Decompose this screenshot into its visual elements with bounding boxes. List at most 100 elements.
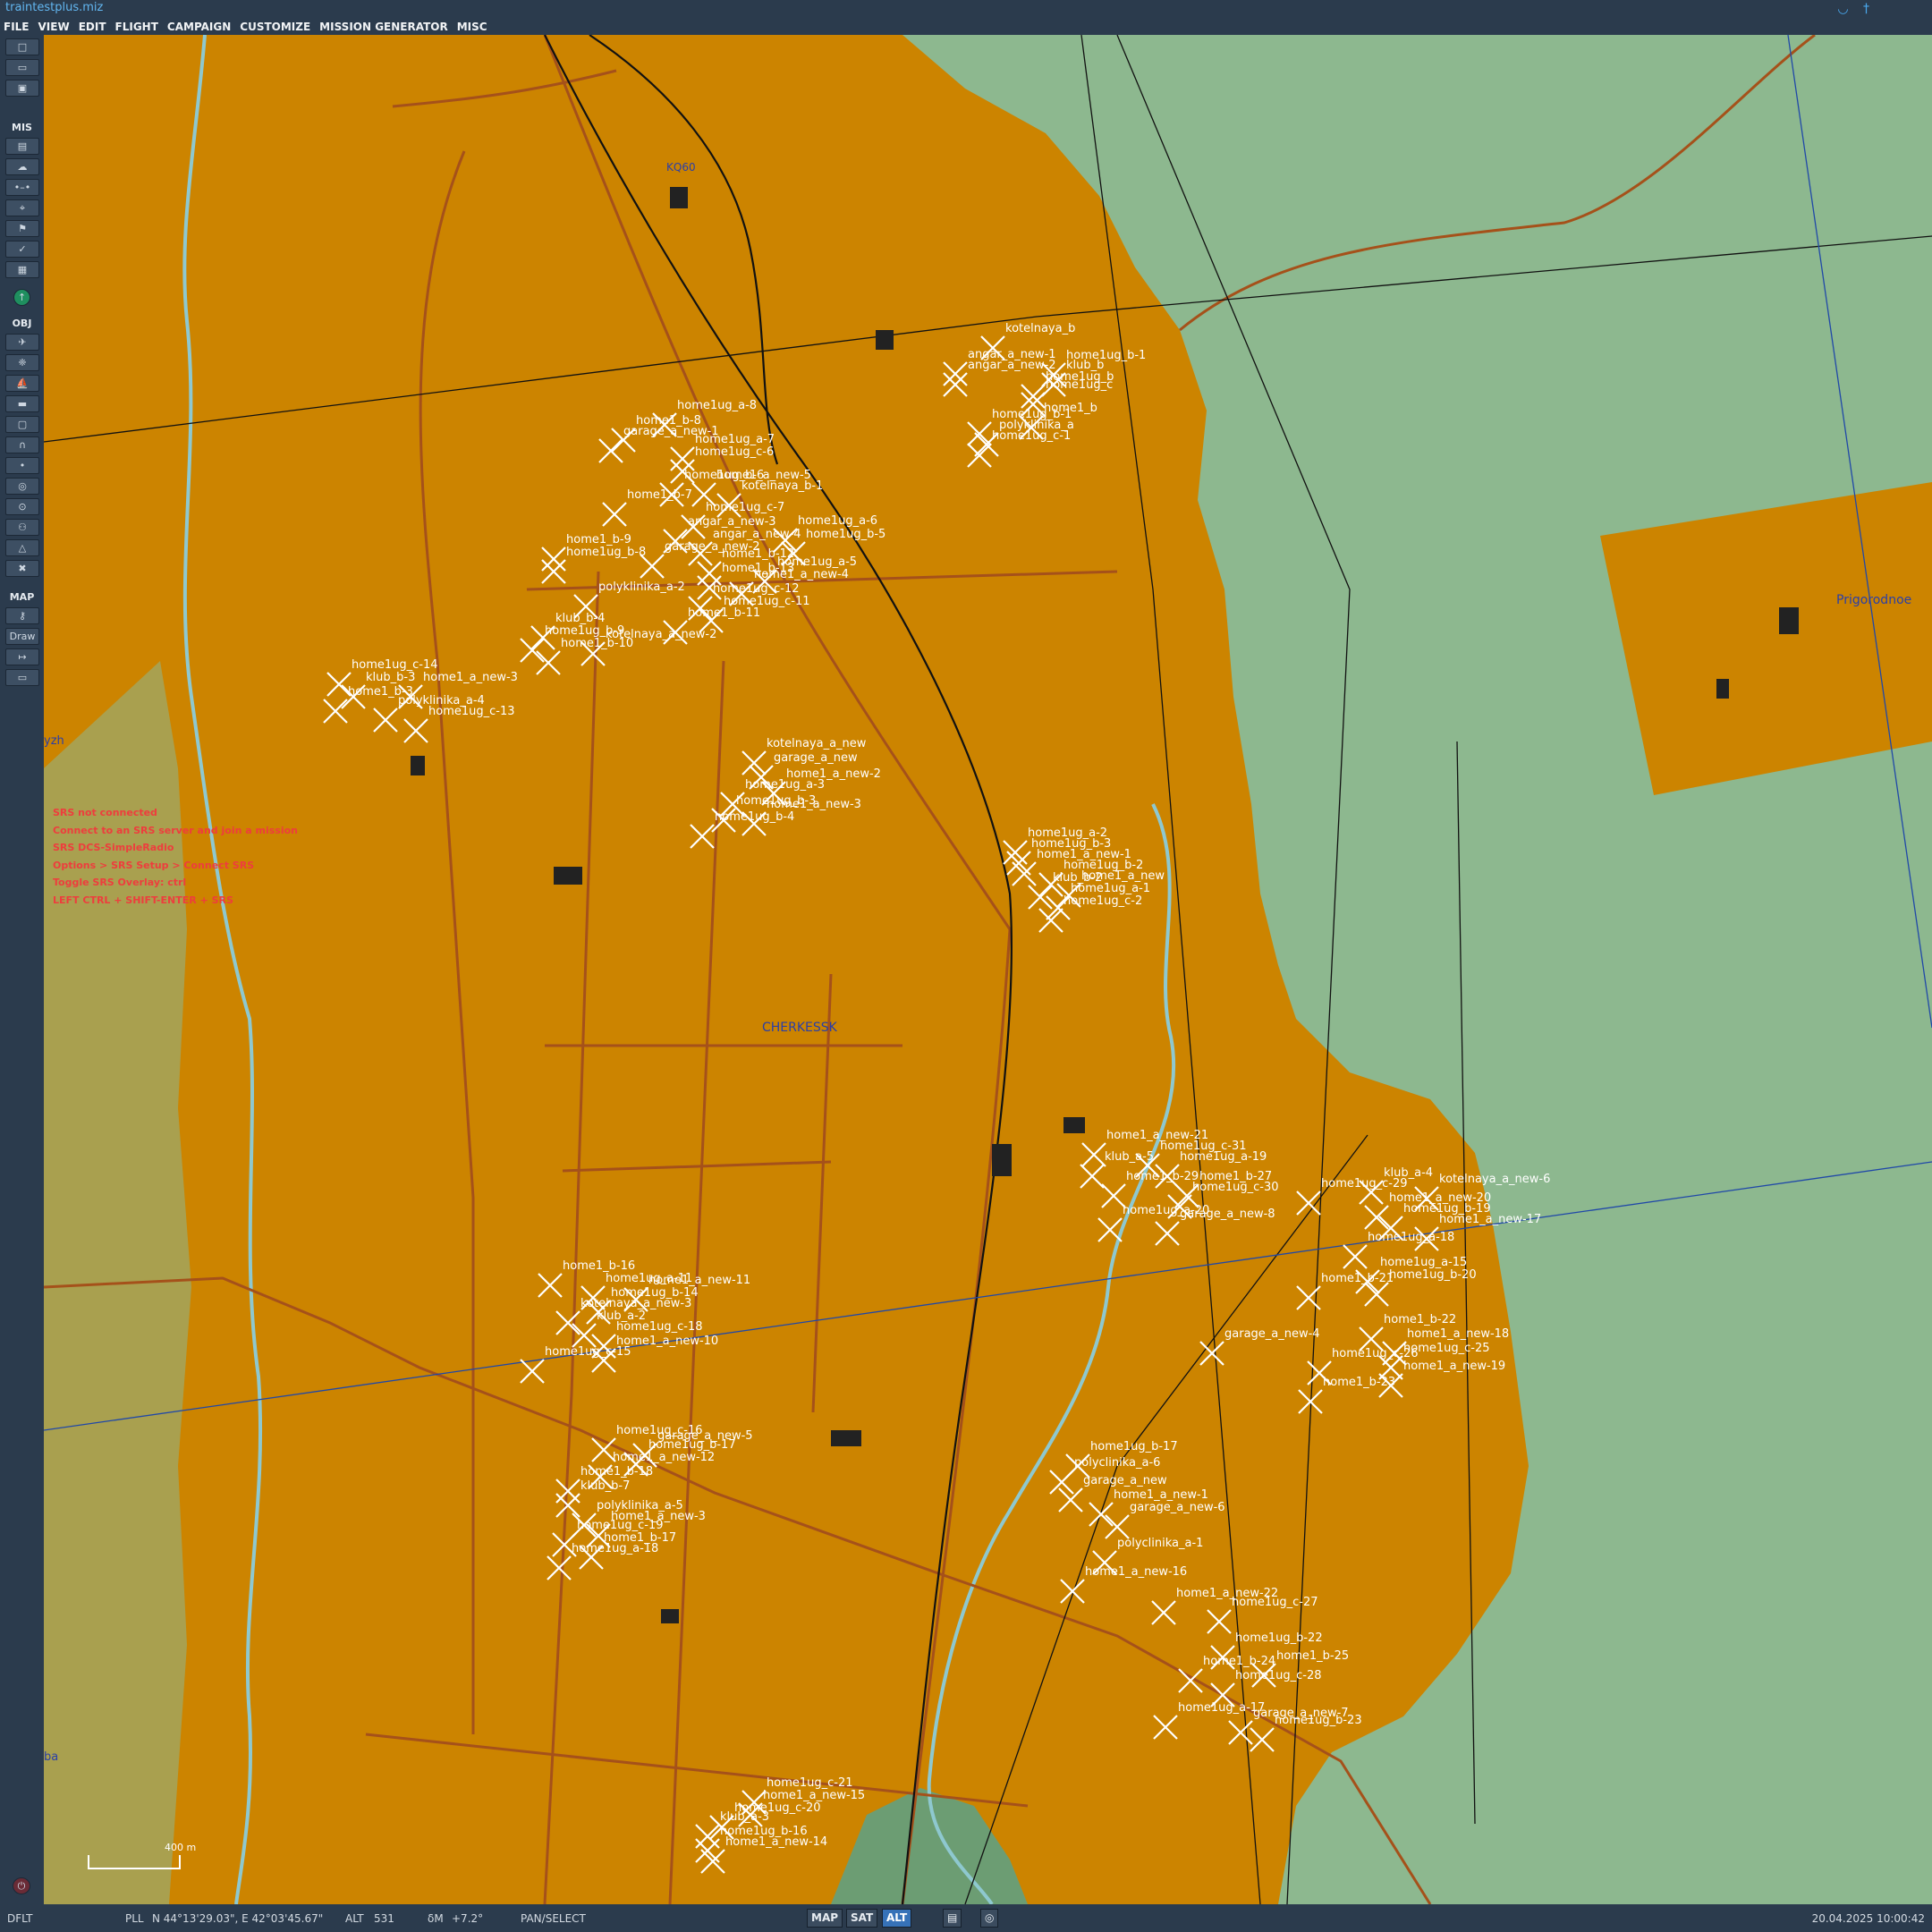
menu-campaign[interactable]: CAMPAIGN [164,18,236,33]
flag-icon[interactable]: ⚑ [5,220,39,237]
profile-selector[interactable]: DFLT [7,1912,33,1925]
unit-label: home1ug_c [1046,378,1113,392]
map-view[interactable]: kotelnaya_b angar_a_new-1 angar_a_new-2 hom… [44,35,1932,1904]
menu-edit[interactable]: EDIT [75,18,112,33]
unit-label: polyklinika_a-2 [598,580,685,594]
shapes-icon[interactable]: △ [5,539,39,556]
unit-label: klub_b-7 [580,1479,630,1493]
unit-label: home1ug_c-21 [767,1776,853,1790]
unit-label: home1ug_c-13 [428,705,515,718]
exit-icon[interactable]: ⏻ [13,1877,30,1894]
frame-icon[interactable]: ▭ [5,669,39,686]
tank-icon[interactable]: ▬ [5,395,39,412]
srs-message: SRS DCS-SimpleRadio [53,842,174,853]
save-icon[interactable]: ▣ [5,80,39,97]
delete-icon[interactable]: ✖ [5,560,39,577]
grid-icon[interactable]: ▦ [5,261,39,278]
draw-button[interactable]: Draw [5,628,39,645]
town-label: ba [44,1750,59,1764]
unit-label: home1ug_c-2 [1063,894,1142,908]
unit-label: kotelnaya_a_new-6 [1439,1173,1550,1186]
unit-label: klub_b-4 [555,612,605,625]
urban-area-prigorodnoe [1600,482,1932,795]
menu-view[interactable]: VIEW [35,18,75,33]
obj-section-label: OBJ [12,318,32,329]
ruler-icon[interactable]: ↦ [5,648,39,665]
unit-label: home1_b-9 [566,533,631,547]
srs-message: LEFT CTRL + SHIFT-ENTER + SRS [53,894,233,906]
unit-label: home1ug_c-1 [992,429,1071,443]
unit-label: home1ug_c-6 [695,445,774,459]
unit-label: home1_a_new-15 [763,1789,865,1802]
unit-label: home1ug_a-17 [1178,1701,1265,1715]
unit-label: home1ug_c-12 [713,582,800,596]
unit-label: home1_b-10 [561,637,633,650]
camera-icon[interactable]: ◎ [980,1909,999,1928]
unit-label: home1_a_new-1 [1114,1488,1208,1502]
unit-label: angar_a_new-3 [688,515,776,529]
unit-label: garage_a_new [1083,1474,1167,1487]
group-icon[interactable]: ⚇ [5,519,39,536]
unit-label: home1ug_c-29 [1321,1177,1408,1191]
weather-cloud-icon[interactable]: ☁ [5,158,39,175]
mis-section-label: MIS [12,122,32,133]
globe-icon[interactable]: ↑ [13,289,30,306]
datetime: 20.04.2025 10:00:42 [1811,1912,1925,1925]
unit-label: kotelnaya_a_new [767,737,867,750]
unit-label: home1_b-29 [1126,1170,1199,1183]
zone-icon[interactable]: ◎ [5,478,39,495]
check-icon[interactable]: ✓ [5,241,39,258]
map-mode-alt-button[interactable]: ALT [882,1909,912,1928]
waypoint-icon[interactable]: • [5,457,39,474]
unit-label: kotelnaya_a_new-3 [580,1297,691,1310]
open-folder-icon[interactable]: ▭ [5,59,39,76]
trigger-zone-icon[interactable]: ⊙ [5,498,39,515]
clipboard-icon[interactable]: ▤ [5,138,39,155]
key-icon[interactable]: ⚷ [5,607,39,624]
alt-value: 531 [374,1912,394,1925]
srs-message: Connect to an SRS server and join a miss… [53,824,299,836]
menu-misc[interactable]: MISC [453,18,493,33]
menu-file[interactable]: FILE [0,18,35,33]
bridge-icon[interactable]: ∩ [5,436,39,453]
unit-label: home1ug_b-8 [566,546,646,559]
menu-bar: FILE VIEW EDIT FLIGHT CAMPAIGN CUSTOMIZE MISSI… [0,17,1932,35]
menu-flight[interactable]: FLIGHT [112,18,164,33]
title-status-icons: ◡ † [1826,2,1869,16]
menu-mission-generator[interactable]: MISSION GENERATOR [316,18,453,33]
unit-label: garage_a_new [774,751,858,765]
menu-customize[interactable]: CUSTOMIZE [236,18,316,33]
building [831,1430,861,1446]
route-icon[interactable]: •–• [5,179,39,196]
unit-label: home1_b-21 [1321,1272,1394,1285]
unit-label: home1_b-22 [1384,1313,1456,1326]
map-canvas[interactable]: kotelnaya_bangar_a_new-1angar_a_new-2hom… [44,35,1932,1904]
target-icon[interactable]: ⌖ [5,199,39,216]
coord-mode[interactable]: PLL [125,1912,144,1925]
unit-label: home1_a_new-16 [1085,1565,1187,1579]
unit-label: klub_a-3 [720,1810,769,1824]
plane-icon[interactable]: ✈ [5,334,39,351]
srs-messages: SRS not connected Connect to an SRS serve… [53,804,298,909]
static-object-icon[interactable]: ▢ [5,416,39,433]
tool-sidebar: □ ▭ ▣ MIS ▤ ☁ •–• ⌖ ⚑ ✓ ▦ ↑ OBJ ✈ ❈ ⛵ ▬ ▢ ∩ • ◎ ⊙ ⚇ △ ✖ MAP ⚷ Draw ↦… [0,35,44,1904]
unit-label: garage_a_new-8 [1180,1208,1275,1221]
new-file-icon[interactable]: □ [5,38,39,55]
srs-message: SRS not connected [53,807,157,818]
layers-icon[interactable]: ▤ [943,1909,962,1928]
ship-icon[interactable]: ⛵ [5,375,39,392]
window-title: traintestplus.miz [5,1,104,14]
unit-label: home1_a_new-14 [725,1835,827,1849]
unit-label: home1_b-7 [627,488,692,502]
building [876,330,894,350]
unit-label: home1_b-23 [1323,1376,1395,1389]
title-bar: traintestplus.miz ◡ † [0,0,1932,17]
helicopter-icon[interactable]: ❈ [5,354,39,371]
building [554,867,582,885]
map-mode-sat-button[interactable]: SAT [846,1909,878,1928]
building [1063,1117,1085,1133]
dm-label: δM [428,1912,444,1925]
building [1716,679,1729,699]
map-mode-map-button[interactable]: MAP [807,1909,843,1928]
unit-label: home1ug_b-4 [715,810,794,824]
